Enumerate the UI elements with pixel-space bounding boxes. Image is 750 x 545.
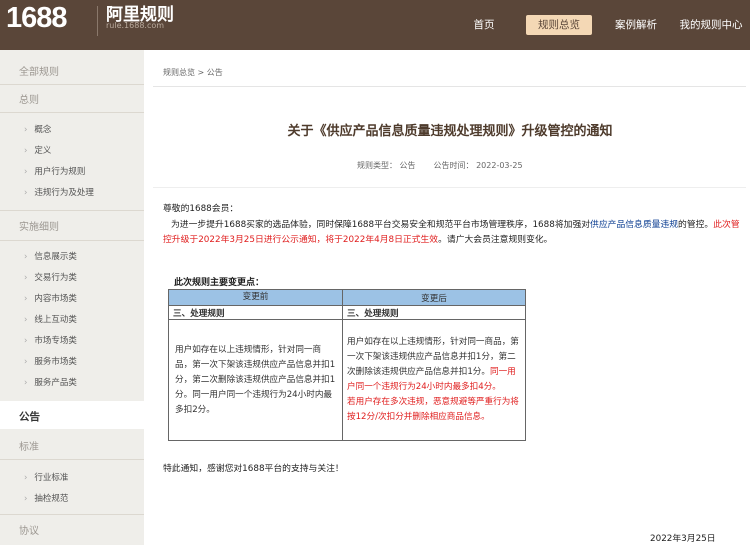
announce-time: 公告时间： 2022-03-25 bbox=[433, 161, 523, 170]
sidebar-item-label: 交易行为类 bbox=[34, 273, 77, 283]
sidebar-divider bbox=[0, 514, 144, 515]
content-divider bbox=[153, 187, 746, 188]
sidebar-item-label: 违规行为及处理 bbox=[34, 188, 94, 198]
rule-type: 规则类型： 公告 bbox=[357, 161, 416, 170]
intro-text: 。请广大会员注意规则变化。 bbox=[438, 235, 553, 245]
sidebar-item-label: 概念 bbox=[34, 125, 52, 135]
chevron-right-icon: › bbox=[24, 273, 28, 283]
sidebar-item-label: 线上互动类 bbox=[34, 315, 77, 325]
rule-before-text: 用户如存在以上违规情形，针对同一商品，第一次下架该违规供应产品信息并扣1分，第二… bbox=[168, 319, 343, 441]
site-logo[interactable]: 1688 bbox=[6, 2, 68, 35]
sidebar-divider bbox=[0, 84, 144, 85]
sidebar-divider bbox=[0, 459, 144, 460]
sidebar-section-standards[interactable]: 标准 bbox=[19, 438, 39, 453]
sidebar-divider bbox=[0, 210, 144, 211]
intro-text: 为进一步提升1688买家的选品体验，同时保障1688平台交易安全和规范平台市场管… bbox=[171, 220, 591, 230]
nav-case-analysis[interactable]: 案例解析 bbox=[606, 15, 666, 35]
sidebar-item-label: 抽检规范 bbox=[34, 494, 69, 504]
chevron-right-icon: › bbox=[24, 188, 28, 198]
chevron-right-icon: › bbox=[24, 357, 28, 367]
signature-date: 2022年3月25日 bbox=[650, 534, 716, 544]
section-after: 三、处理规则 bbox=[342, 305, 526, 320]
sidebar-divider bbox=[0, 112, 144, 113]
sidebar-item-label: 信息展示类 bbox=[34, 252, 77, 262]
chevron-right-icon: › bbox=[24, 378, 28, 388]
sidebar-item-market-special[interactable]: › 市场专场类 bbox=[24, 334, 77, 346]
sidebar-active-label: 公告 bbox=[19, 411, 40, 423]
chevron-right-icon: › bbox=[24, 146, 28, 156]
sidebar-item-label: 用户行为规则 bbox=[34, 167, 86, 177]
changes-table: 变更前 变更后 三、处理规则 三、处理规则 用户如存在以上违规情形，针对同一商品… bbox=[168, 289, 526, 441]
page-title: 关于《供应产品信息质量违规处理规则》升级管控的通知 bbox=[287, 124, 613, 139]
sidebar-item-online-interaction[interactable]: › 线上互动类 bbox=[24, 313, 77, 325]
chevron-right-icon: › bbox=[24, 294, 28, 304]
col-header-after: 变更后 bbox=[342, 289, 526, 306]
sidebar-item-concept[interactable]: › 概念 bbox=[24, 123, 51, 135]
sidebar-item-label: 服务市场类 bbox=[34, 357, 77, 367]
sidebar-item-content-market[interactable]: › 内容市场类 bbox=[24, 292, 77, 304]
chevron-right-icon: › bbox=[24, 167, 28, 177]
closing-line: 特此通知，感谢您对1688平台的支持与关注！ bbox=[163, 464, 344, 474]
chevron-right-icon: › bbox=[24, 315, 28, 325]
sidebar-item-service-market[interactable]: › 服务市场类 bbox=[24, 355, 77, 367]
sidebar-item-label: 行业标准 bbox=[34, 473, 69, 483]
breadcrumb-divider bbox=[153, 86, 746, 87]
logo-divider bbox=[97, 6, 98, 36]
sidebar: 全部规则 总则 › 概念 › 定义 › 用户行为规则 › 违规行为及处理 实施细则 › 信… bbox=[0, 50, 144, 545]
nav-rules-overview[interactable]: 规则总览 bbox=[526, 15, 592, 35]
nav-home[interactable]: 首页 bbox=[466, 15, 502, 35]
sidebar-section-details[interactable]: 实施细则 bbox=[19, 218, 59, 233]
sidebar-section-announcement[interactable]: 公告 bbox=[0, 401, 144, 429]
chevron-right-icon: › bbox=[24, 125, 28, 135]
rule-after-cell: 用户如存在以上违规情形，针对同一商品，第一次下架该违规供应产品信息并扣1分，第二… bbox=[342, 319, 526, 441]
sidebar-item-label: 定义 bbox=[34, 146, 52, 156]
sidebar-item-user-behavior[interactable]: › 用户行为规则 bbox=[24, 165, 85, 177]
sidebar-item-service-product[interactable]: › 服务产品类 bbox=[24, 376, 77, 388]
chevron-right-icon: › bbox=[24, 336, 28, 346]
chevron-right-icon: › bbox=[24, 494, 28, 504]
chevron-right-icon: › bbox=[24, 252, 28, 262]
top-header: 1688 阿里规则 rule.1688.com 首页 规则总览 案例解析 我的规… bbox=[0, 0, 750, 50]
sidebar-divider bbox=[0, 240, 144, 241]
sidebar-item-label: 市场专场类 bbox=[34, 336, 77, 346]
sidebar-section-general[interactable]: 总则 bbox=[19, 91, 39, 106]
chevron-right-icon: › bbox=[24, 473, 28, 483]
sidebar-item-trading[interactable]: › 交易行为类 bbox=[24, 271, 77, 283]
sidebar-item-label: 服务产品类 bbox=[34, 378, 77, 388]
section-before: 三、处理规则 bbox=[168, 305, 343, 320]
col-header-before: 变更前 bbox=[168, 289, 343, 306]
intro-paragraph: 为进一步提升1688买家的选品体验，同时保障1688平台交易安全和规范平台市场管… bbox=[163, 218, 741, 248]
nav-my-rule-center[interactable]: 我的规则中心 bbox=[672, 15, 750, 35]
announcement-meta: 规则类型： 公告 公告时间： 2022-03-25 bbox=[357, 160, 523, 171]
sidebar-item-info-display[interactable]: › 信息展示类 bbox=[24, 250, 77, 262]
intro-text: 的管控。 bbox=[678, 220, 714, 230]
sidebar-item-violations[interactable]: › 违规行为及处理 bbox=[24, 186, 94, 198]
sidebar-item-definition[interactable]: › 定义 bbox=[24, 144, 51, 156]
sidebar-section-agreements[interactable]: 协议 bbox=[19, 522, 39, 537]
breadcrumb[interactable]: 规则总览 > 公告 bbox=[163, 67, 223, 78]
sidebar-all-rules[interactable]: 全部规则 bbox=[19, 63, 59, 78]
sidebar-item-sampling-spec[interactable]: › 抽检规范 bbox=[24, 492, 68, 504]
logo-url: rule.1688.com bbox=[106, 21, 165, 30]
greeting: 尊敬的1688会员： bbox=[163, 204, 239, 214]
changes-title: 此次规则主要变更点： bbox=[174, 278, 265, 288]
sidebar-item-industry-standard[interactable]: › 行业标准 bbox=[24, 471, 68, 483]
sidebar-item-label: 内容市场类 bbox=[34, 294, 77, 304]
rule-link[interactable]: 供应产品信息质量违规 bbox=[590, 220, 678, 230]
rule-after-highlight: 若用户存在多次违规，恶意规避等严重行为将按12分/次扣分并删除相应商品信息。 bbox=[347, 397, 519, 422]
